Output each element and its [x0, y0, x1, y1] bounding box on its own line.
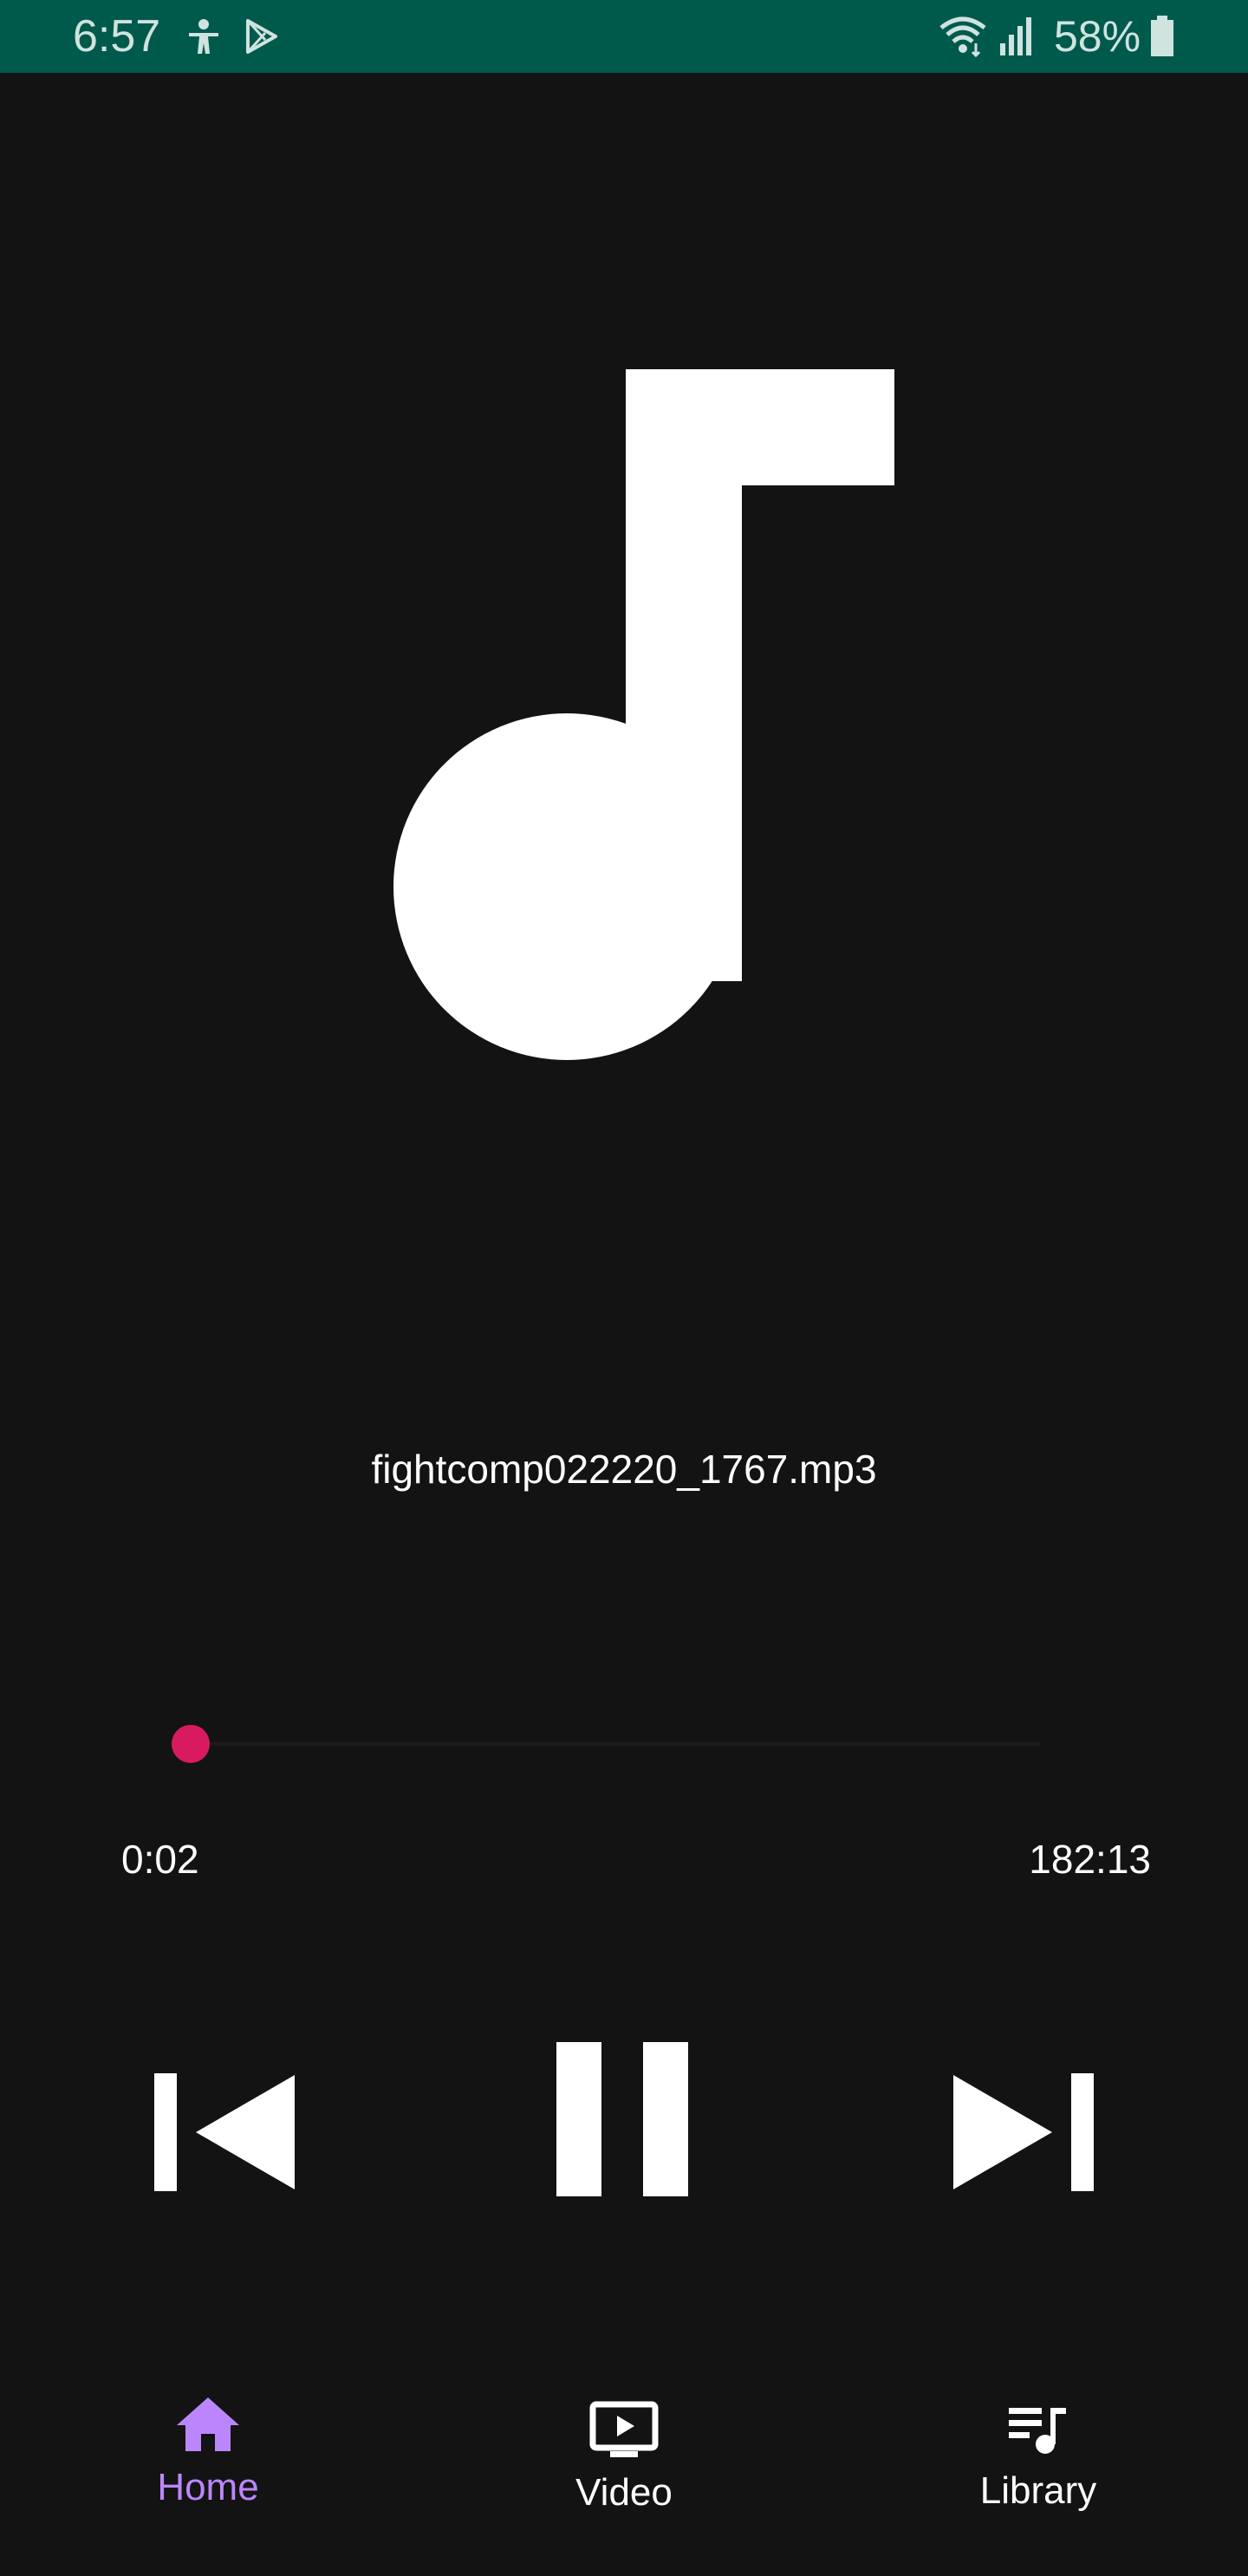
pause-icon[interactable]: [555, 2040, 690, 2196]
status-bar: 6:57 58%: [0, 0, 1248, 73]
track-title: fightcomp022220_1767.mp3: [0, 1434, 1248, 1504]
total-time: 182:13: [1029, 1833, 1151, 1885]
album-art: [0, 73, 1248, 1356]
status-time: 6:57: [73, 10, 160, 62]
elapsed-time: 0:02: [121, 1833, 199, 1885]
nav-item-video[interactable]: Video: [511, 2401, 737, 2574]
play-store-icon: [243, 17, 281, 55]
skip-previous-icon[interactable]: [153, 2072, 296, 2193]
library-music-icon: [1007, 2403, 1069, 2456]
home-icon: [175, 2396, 241, 2453]
wifi-icon: [938, 14, 988, 57]
nav-label-video: Video: [511, 2469, 737, 2517]
music-note-icon: [0, 73, 1248, 1356]
nav-label-home: Home: [95, 2463, 321, 2512]
battery-icon: [1149, 16, 1175, 57]
video-icon: [589, 2401, 659, 2458]
accessibility-icon: [184, 17, 224, 57]
signal-icon: [997, 14, 1037, 57]
seek-track[interactable]: [191, 1742, 1040, 1746]
nav-label-library: Library: [926, 2467, 1151, 2515]
nav-item-home[interactable]: Home: [95, 2396, 321, 2569]
seek-bar[interactable]: [191, 1725, 1040, 1763]
battery-percent: 58%: [1054, 10, 1141, 62]
bottom-navigation: Home Video Library: [0, 2358, 1248, 2566]
skip-next-icon[interactable]: [952, 2072, 1095, 2193]
seek-thumb[interactable]: [172, 1725, 210, 1763]
nav-item-library[interactable]: Library: [926, 2403, 1151, 2576]
